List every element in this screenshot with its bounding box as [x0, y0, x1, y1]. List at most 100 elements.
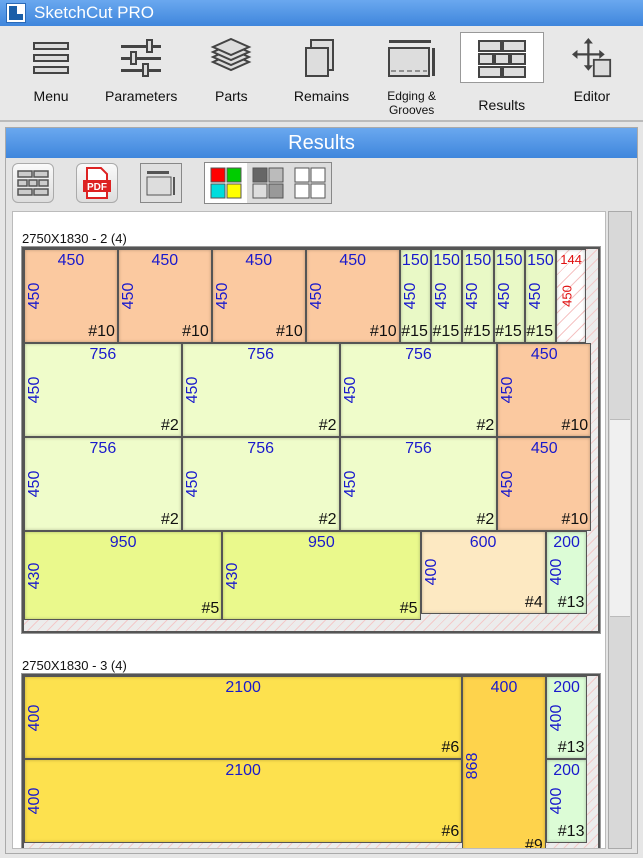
- layout-view-button[interactable]: [12, 163, 54, 203]
- piece-id: #2: [318, 510, 337, 528]
- vertical-scrollbar[interactable]: [608, 211, 632, 849]
- piece-id: #10: [561, 510, 589, 528]
- editor-icon: [570, 32, 614, 81]
- piece-height: 450: [499, 377, 517, 404]
- piece-id: #10: [182, 322, 209, 340]
- piece-height-value: 450: [559, 285, 575, 307]
- part-piece[interactable]: 150 450 #15: [462, 249, 494, 343]
- piece-height-value: 400: [26, 787, 43, 815]
- title-bar: SketchCut PRO: [0, 0, 643, 26]
- piece-height-value: 450: [526, 282, 544, 310]
- piece-height-value: 400: [547, 704, 565, 731]
- part-piece[interactable]: 200 400 #13: [545, 759, 588, 843]
- part-piece[interactable]: 600 400 #4: [420, 530, 546, 615]
- part-piece[interactable]: 950 430 #5: [222, 530, 421, 621]
- part-piece[interactable]: 756 450 #2: [339, 436, 498, 531]
- piece-id: #15: [463, 322, 491, 340]
- toolbar-remains-button[interactable]: Remains: [279, 32, 363, 118]
- edging-view-button[interactable]: [140, 163, 182, 203]
- color-mode-white[interactable]: [289, 163, 331, 203]
- part-piece[interactable]: 450 450 #10: [497, 342, 592, 437]
- column: 2100 400 #6 2100 400 #6: [24, 675, 463, 843]
- part-piece[interactable]: 150 450 #15: [524, 249, 557, 343]
- strip: 450 450 #10 450 450 #10 450 450 #10 450 450 #10 150 4…: [24, 249, 587, 343]
- piece-width: 200: [553, 678, 580, 696]
- piece-height: 450: [26, 470, 44, 497]
- toolbar-edging-button[interactable]: Edging & Grooves: [370, 32, 454, 118]
- piece-width: 450: [151, 252, 179, 269]
- part-piece[interactable]: 756 450 #2: [339, 342, 498, 437]
- piece-height: 868: [464, 753, 482, 780]
- piece-height: 400: [26, 704, 44, 731]
- piece-width: 150: [433, 252, 460, 269]
- piece-height-value: 400: [422, 559, 440, 586]
- toolbar-label: Parts: [215, 88, 248, 104]
- toolbar-parameters-button[interactable]: Parameters: [99, 32, 183, 118]
- piece-height-value: 450: [183, 470, 201, 498]
- piece-width: 950: [308, 533, 335, 551]
- piece-width: 450: [530, 439, 558, 457]
- sheet-title: 2750X1830 - 3 (4): [22, 657, 127, 673]
- part-piece[interactable]: 450 450 #10: [117, 249, 212, 343]
- part-piece[interactable]: 450 450 #10: [305, 249, 400, 343]
- piece-id: #10: [561, 416, 589, 434]
- piece-width: 2100: [225, 762, 261, 780]
- part-piece[interactable]: 200 400 #13: [545, 675, 588, 760]
- piece-height: 450: [26, 377, 44, 404]
- piece-height: 450: [499, 470, 517, 497]
- part-piece[interactable]: 2100 400 #6: [24, 675, 463, 760]
- piece-height-value: 400: [547, 787, 565, 815]
- piece-height: 450: [184, 470, 202, 497]
- piece-height-value: 450: [499, 470, 517, 498]
- piece-height-value: 450: [26, 376, 43, 404]
- part-piece[interactable]: 200 400 #13: [545, 530, 588, 615]
- piece-height-value: 868: [464, 753, 482, 780]
- piece-id: #10: [276, 322, 303, 340]
- piece-height: 400: [26, 788, 44, 815]
- piece-width: 2100: [225, 678, 261, 696]
- part-piece[interactable]: 756 450 #2: [181, 436, 340, 531]
- toolbar-label: Remains: [293, 88, 350, 104]
- results-canvas[interactable]: 2750X1830 - 2 (4) 450 450 #10 450 450 #10 450 45…: [12, 211, 606, 849]
- part-piece[interactable]: 450 450 #10: [497, 436, 592, 531]
- piece-width: 950: [109, 533, 137, 551]
- toolbar-menu-button[interactable]: Menu: [9, 32, 93, 118]
- part-piece[interactable]: 756 450 #2: [181, 342, 340, 437]
- toolbar-results-button[interactable]: Results: [459, 32, 544, 112]
- strip: 756 450 #2 756 450 #2 756 450 #2 450 450 #10: [24, 342, 592, 437]
- waste-piece[interactable]: 144 450: [556, 249, 587, 343]
- piece-height: 450: [120, 283, 138, 310]
- part-piece[interactable]: 450 450 #10: [24, 249, 118, 343]
- scrollbar-thumb[interactable]: [610, 419, 630, 617]
- color-mode-color[interactable]: [205, 163, 247, 203]
- part-piece[interactable]: 450 450 #10: [211, 249, 306, 343]
- piece-id: #9: [524, 837, 543, 849]
- color-mode-grayscale[interactable]: [247, 163, 289, 203]
- part-piece[interactable]: 400 868 #9: [462, 675, 546, 849]
- results-panel: Results PDF 2750X1830 - 2 (4) 450 450 #10 45…: [5, 127, 638, 854]
- piece-width: 450: [530, 345, 558, 363]
- part-piece[interactable]: 150 450 #15: [430, 249, 463, 343]
- piece-height-value: 400: [547, 559, 565, 586]
- part-piece[interactable]: 756 450 #2: [24, 436, 182, 531]
- piece-id: #13: [557, 739, 585, 757]
- piece-height: 450: [496, 283, 514, 310]
- piece-height-value: 450: [26, 282, 43, 310]
- part-piece[interactable]: 2100 400 #6: [24, 759, 463, 843]
- part-piece[interactable]: 150 450 #15: [493, 249, 525, 343]
- part-piece[interactable]: 150 450 #15: [399, 249, 431, 343]
- part-piece[interactable]: 950 430 #5: [24, 530, 223, 621]
- sheet-layout: 2100 400 #6 2100 400 #6 400 868 #9 200 400 #13 200 40…: [21, 672, 601, 849]
- piece-height-value: 430: [224, 562, 242, 589]
- piece-height-value: 450: [341, 470, 359, 498]
- pdf-export-button[interactable]: PDF: [76, 163, 118, 203]
- toolbar-parts-button[interactable]: Parts: [189, 32, 273, 118]
- results-icon: [477, 33, 527, 82]
- piece-id: #10: [369, 322, 397, 340]
- piece-id: #5: [201, 600, 220, 618]
- toolbar-editor-button[interactable]: Editor: [550, 32, 634, 118]
- app-title: SketchCut PRO: [34, 3, 154, 22]
- column: 200 400 #13 200 400 #13: [545, 675, 588, 843]
- piece-id: #6: [441, 822, 460, 840]
- part-piece[interactable]: 756 450 #2: [24, 342, 182, 437]
